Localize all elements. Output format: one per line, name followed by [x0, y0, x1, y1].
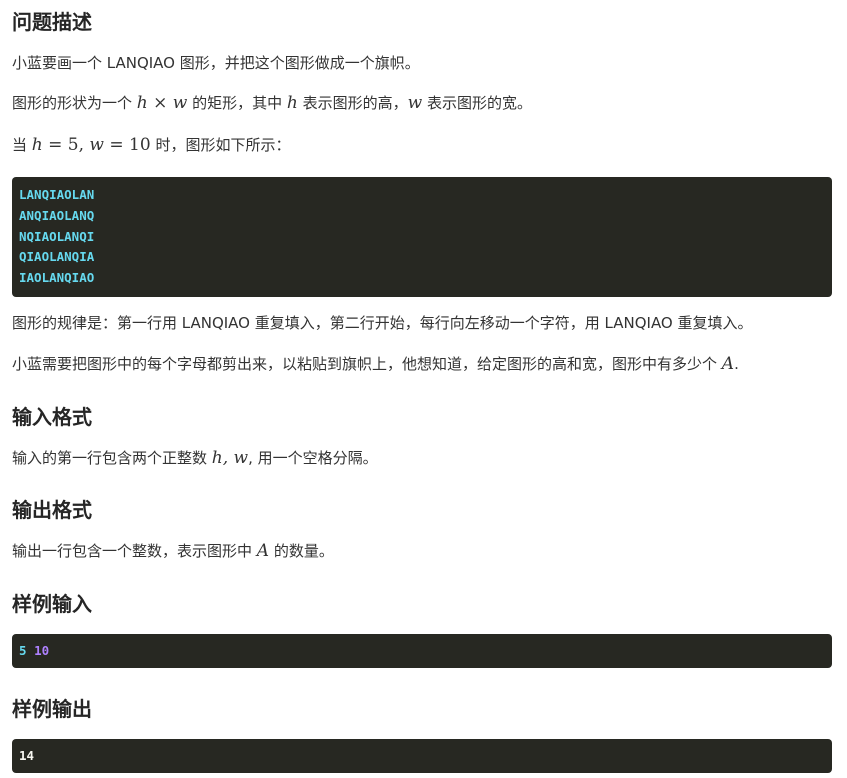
description-para-4: 图形的规律是：第一行用 LANQIAO 重复填入，第二行开始，每行向左移动一个字…: [12, 314, 753, 332]
pattern-line: LANQIAOLAN: [19, 187, 95, 202]
text: .: [734, 355, 739, 373]
heading-output-format: 输出格式: [12, 498, 92, 522]
heading-sample-output: 样例输出: [12, 697, 92, 721]
math-times: ×: [147, 93, 173, 113]
pattern-line: QIAOLANQIA: [19, 249, 95, 265]
text: 当: [12, 136, 32, 154]
description-para-3: 当 h = 5, w = 10 时，图形如下所示：: [12, 134, 290, 156]
pattern-code-block[interactable]: LANQIAOLAN ANQIAOLANQ NQIAOLANQI QIAOLANQIA…: [12, 177, 832, 297]
text: 小蓝需要把图形中的每个字母都剪出来，以粘贴到旗帜上，他想知道，给定图形的高和宽，…: [12, 355, 722, 373]
heading-problem-description: 问题描述: [12, 10, 92, 34]
pattern-line: NQIAOLANQI: [19, 228, 95, 244]
text: 图形的形状为一个: [12, 94, 137, 112]
problem-page: 问题描述 小蓝要画一个 LANQIAO 图形，并把这个图形做成一个旗帜。 图形的…: [0, 0, 847, 778]
text: 表示图形的高，: [297, 94, 408, 112]
text: 的矩形，其中: [187, 94, 287, 112]
math-w: w: [89, 135, 104, 155]
description-para-2: 图形的形状为一个 h × w 的矩形，其中 h 表示图形的高，w 表示图形的宽。: [12, 92, 532, 114]
math-h: h: [31, 135, 43, 155]
input-format-para: 输入的第一行包含两个正整数 h, w, 用一个空格分隔。: [12, 447, 378, 469]
description-para-1: 小蓝要画一个 LANQIAO 图形，并把这个图形做成一个旗帜。: [12, 54, 420, 72]
sample-input-h: 5: [19, 643, 27, 658]
sample-output-code-block[interactable]: 14: [12, 739, 832, 773]
text: 输入的第一行包含两个正整数: [12, 449, 212, 467]
sample-input-code-block[interactable]: 5 10: [12, 634, 832, 668]
pattern-line: ANQIAOLANQ: [19, 207, 95, 223]
math-A: A: [721, 354, 735, 374]
math-w: w: [407, 93, 423, 113]
text: 时，图形如下所示：: [150, 136, 291, 154]
math-h: h: [286, 93, 298, 113]
text: 表示图形的宽。: [422, 94, 532, 112]
math-eq: = 5,: [42, 135, 90, 155]
text: 输出一行包含一个整数，表示图形中: [12, 542, 257, 560]
heading-sample-input: 样例输入: [12, 592, 92, 616]
text: 的数量。: [269, 542, 334, 560]
math-A: A: [256, 541, 270, 561]
description-para-5: 小蓝需要把图形中的每个字母都剪出来，以粘贴到旗帜上，他想知道，给定图形的高和宽，…: [12, 353, 739, 375]
math-h: h: [136, 93, 148, 113]
sample-output-value: 14: [19, 748, 35, 763]
text: , 用一个空格分隔。: [248, 449, 378, 467]
output-format-para: 输出一行包含一个整数，表示图形中 A 的数量。: [12, 540, 334, 562]
math-hw: h, w: [211, 448, 249, 468]
pattern-line: IAOLANQIAO: [19, 270, 95, 286]
sample-input-w: 10: [34, 643, 50, 658]
heading-input-format: 输入格式: [12, 405, 92, 429]
math-eq: = 10: [103, 135, 151, 155]
math-w: w: [172, 93, 188, 113]
